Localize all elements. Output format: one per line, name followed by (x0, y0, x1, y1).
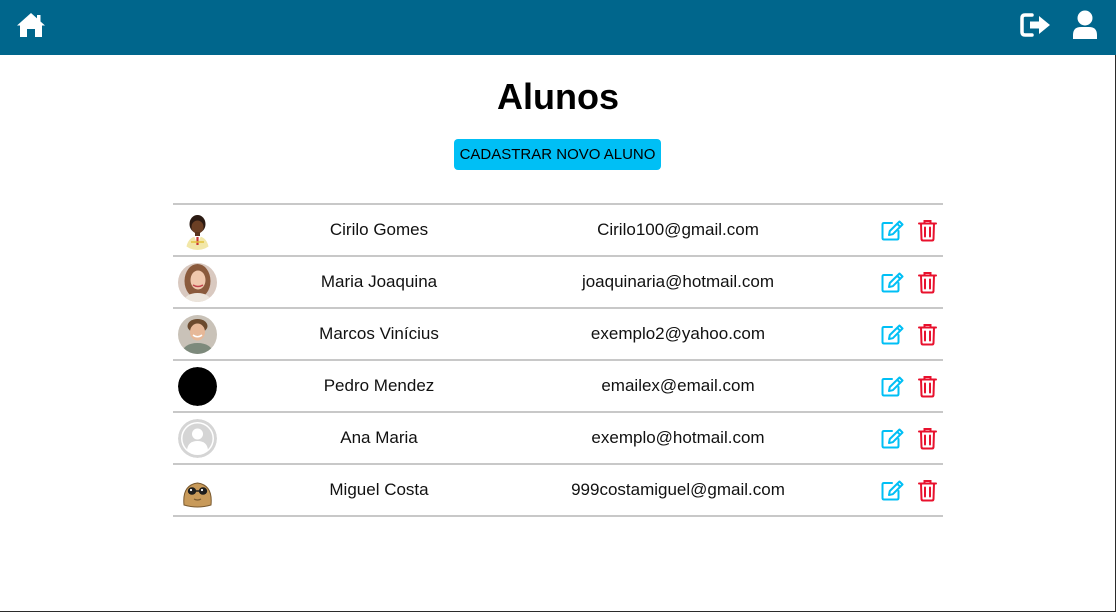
table-row: Maria Joaquina joaquinaria@hotmail.com (173, 257, 943, 309)
trash-icon[interactable] (915, 322, 939, 346)
table-row: Ana Maria exemplo@hotmail.com (173, 413, 943, 465)
home-icon[interactable] (16, 11, 46, 39)
edit-icon[interactable] (880, 374, 904, 398)
table-row: Marcos Vinícius exemplo2@yahoo.com (173, 309, 943, 361)
new-student-button[interactable]: CADASTRAR NOVO ALUNO (454, 139, 661, 170)
trash-icon[interactable] (915, 218, 939, 242)
child-photo-avatar (178, 211, 217, 250)
trash-icon[interactable] (915, 374, 939, 398)
pou-character-avatar (178, 471, 217, 510)
trash-icon[interactable] (915, 478, 939, 502)
trash-icon[interactable] (915, 270, 939, 294)
user-icon[interactable] (1071, 10, 1099, 40)
edit-icon[interactable] (880, 478, 904, 502)
table-row: Miguel Costa 999costamiguel@gmail.com (173, 465, 943, 517)
student-name: Pedro Mendez (323, 376, 435, 395)
default-user-avatar (178, 419, 217, 458)
student-email: 999costamiguel@gmail.com (571, 480, 785, 499)
student-name: Marcos Vinícius (319, 324, 439, 343)
student-email: exemplo@hotmail.com (591, 428, 765, 447)
page-title: Alunos (497, 76, 619, 117)
app-frame: Alunos CADASTRAR NOVO ALUNO Cirilo Gomes… (0, 0, 1116, 612)
edit-icon[interactable] (880, 218, 904, 242)
student-email: exemplo2@yahoo.com (590, 324, 766, 343)
student-email: joaquinaria@hotmail.com (581, 272, 775, 291)
student-name: Miguel Costa (329, 480, 429, 499)
sign-out-icon[interactable] (1020, 12, 1052, 38)
student-name: Cirilo Gomes (329, 220, 429, 239)
boy-photo-avatar (178, 315, 217, 354)
woman-photo-avatar (178, 263, 217, 302)
top-navbar (0, 0, 1116, 55)
edit-icon[interactable] (880, 426, 904, 450)
edit-icon[interactable] (880, 322, 904, 346)
black-circle-avatar (178, 367, 217, 406)
student-email: emailex@email.com (601, 376, 755, 395)
table-row: Cirilo Gomes Cirilo100@gmail.com (173, 205, 943, 257)
trash-icon[interactable] (915, 426, 939, 450)
student-email: Cirilo100@gmail.com (597, 220, 759, 239)
student-name: Ana Maria (340, 428, 418, 447)
edit-icon[interactable] (880, 270, 904, 294)
students-table: Cirilo Gomes Cirilo100@gmail.com Maria J… (173, 203, 943, 517)
student-name: Maria Joaquina (320, 272, 438, 291)
table-row: Pedro Mendez emailex@email.com (173, 361, 943, 413)
